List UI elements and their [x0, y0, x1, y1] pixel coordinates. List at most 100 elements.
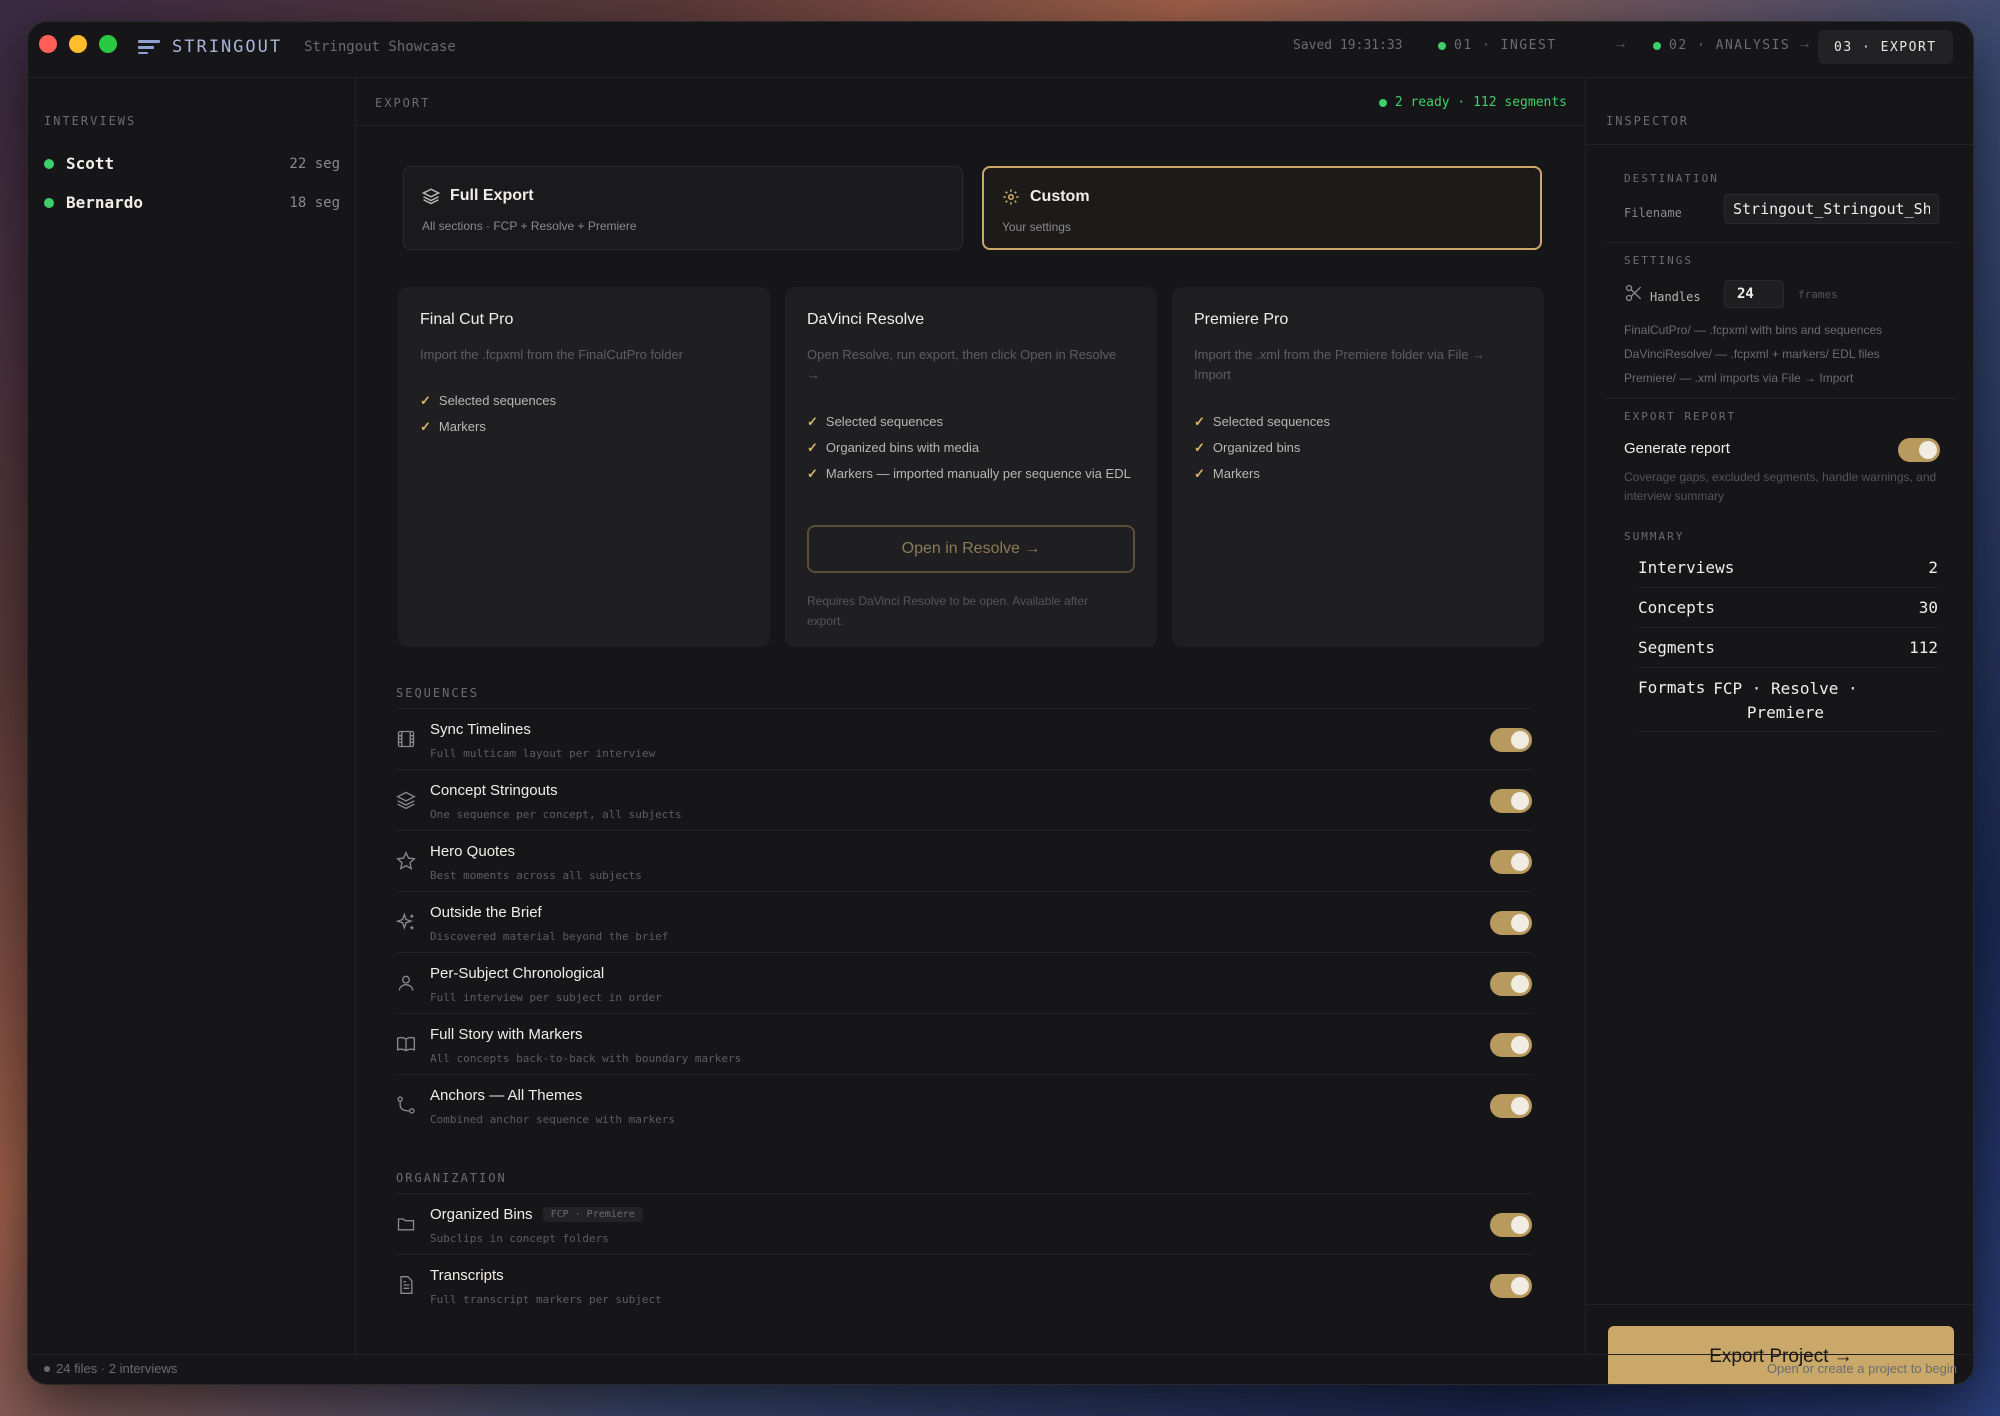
- open-in-resolve-button[interactable]: Open in Resolve →: [807, 525, 1135, 573]
- gear-icon: [1003, 189, 1019, 205]
- film-icon: [397, 730, 415, 748]
- status-dot: [44, 197, 54, 208]
- export-header: EXPORT 2 ready · 112 segments: [356, 78, 1585, 126]
- check-icon: ✓: [807, 440, 818, 455]
- check-icon: ✓: [807, 466, 818, 481]
- feature-item: ✓ Markers: [1194, 464, 1524, 484]
- interviews-sidebar: INTERVIEWS Scott 22 seg Bernardo 18 seg: [28, 78, 356, 1356]
- custom-export-option[interactable]: Custom Your settings: [982, 166, 1542, 250]
- minimize-window-button[interactable]: [69, 35, 87, 53]
- interview-item[interactable]: Scott 22 seg: [44, 154, 340, 173]
- summary-label: SUMMARY: [1624, 530, 1685, 543]
- status-hint: Open or create a project to begin: [1766, 1361, 1957, 1376]
- brand-name: STRINGOUT: [172, 37, 283, 57]
- step-ingest[interactable]: 01 · INGEST: [1438, 38, 1557, 53]
- full-story-toggle[interactable]: [1490, 1033, 1532, 1057]
- hero-quotes-toggle[interactable]: [1490, 850, 1532, 874]
- sequences-label: SEQUENCES: [396, 686, 480, 700]
- sequence-row[interactable]: Per-Subject Chronological Full interview…: [396, 952, 1532, 1012]
- sequence-row[interactable]: Hero Quotes Best moments across all subj…: [396, 830, 1532, 890]
- report-description: Coverage gaps, excluded segments, handle…: [1624, 470, 1937, 503]
- per-subject-chronological-toggle[interactable]: [1490, 972, 1532, 996]
- feature-item: ✓ Markers — imported manually per sequenc…: [807, 464, 1137, 484]
- organization-row[interactable]: Transcripts Full transcript markers per …: [396, 1254, 1532, 1314]
- feature-item: ✓ Selected sequences: [807, 412, 1137, 432]
- book-icon: [397, 1036, 415, 1052]
- maximize-window-button[interactable]: [99, 35, 117, 53]
- status-dot: [44, 158, 54, 169]
- sequence-row[interactable]: Full Story with Markers All concepts bac…: [396, 1013, 1532, 1073]
- filename-input[interactable]: [1724, 194, 1939, 224]
- export-report-label: EXPORT REPORT: [1624, 410, 1737, 423]
- interviews-label: INTERVIEWS: [44, 114, 137, 128]
- check-icon: ✓: [420, 419, 431, 434]
- feature-item: ✓ Organized bins: [1194, 438, 1524, 458]
- check-icon: ✓: [1194, 440, 1205, 455]
- feature-list: ✓ Selected sequences ✓ Organized bins with…: [807, 412, 1137, 490]
- concept-stringouts-toggle[interactable]: [1490, 789, 1532, 813]
- step-arrow: →: [1612, 35, 1628, 52]
- sequence-row[interactable]: Concept Stringouts One sequence per conc…: [396, 769, 1532, 829]
- anchors-toggle[interactable]: [1490, 1094, 1532, 1118]
- davinci-resolve-card: DaVinci Resolve Open Resolve, run export…: [785, 287, 1157, 647]
- export-panel: EXPORT 2 ready · 112 segments Full Expor…: [356, 78, 1586, 1356]
- project-name: Stringout Showcase: [304, 39, 456, 55]
- branch-icon: [397, 1096, 415, 1114]
- destination-label: DESTINATION: [1624, 172, 1719, 185]
- summary-formats: Formats FCP · Resolve · Premiere: [1638, 678, 1858, 722]
- app-window: STRINGOUT Stringout Showcase Saved 19:31…: [27, 21, 1974, 1385]
- status-dot: [1378, 98, 1387, 107]
- step-export[interactable]: 03 · EXPORT: [1818, 30, 1953, 64]
- handles-unit: frames: [1798, 288, 1838, 301]
- inspector-panel: INSPECTOR DESTINATION Filename SETTINGS …: [1586, 78, 1973, 1384]
- stringout-logo-icon: [138, 40, 160, 54]
- settings-label: SETTINGS: [1624, 254, 1693, 267]
- status-dot: [1438, 41, 1446, 50]
- filename-label: Filename: [1624, 206, 1682, 220]
- final-cut-pro-card: Final Cut Pro Import the .fcpxml from th…: [398, 287, 770, 647]
- layers-icon: [396, 791, 416, 810]
- inspector-label: INSPECTOR: [1606, 114, 1690, 128]
- organized-bins-toggle[interactable]: [1490, 1213, 1532, 1237]
- sparkles-icon: [396, 912, 414, 930]
- premiere-pro-card: Premiere Pro Import the .xml from the Pr…: [1172, 287, 1544, 647]
- transcripts-toggle[interactable]: [1490, 1274, 1532, 1298]
- layers-icon: [422, 188, 440, 205]
- check-icon: ✓: [1194, 414, 1205, 429]
- handles-stepper[interactable]: [1724, 280, 1784, 308]
- feature-item: ✓ Selected sequences: [420, 391, 750, 411]
- star-icon: [396, 851, 416, 870]
- saved-status: Saved 19:31:33: [1293, 38, 1403, 53]
- generate-report-title: Generate report: [1624, 440, 1730, 457]
- interview-item[interactable]: Bernardo 18 seg: [44, 193, 340, 212]
- outside-the-brief-toggle[interactable]: [1490, 911, 1532, 935]
- feature-list: ✓ Selected sequences ✓ Organized bins ✓ Mar…: [1194, 412, 1524, 490]
- summary-interviews: Interviews 2: [1638, 558, 1938, 577]
- handles-label: Handles: [1650, 290, 1701, 304]
- full-export-option[interactable]: Full Export All sections · FCP + Resolve…: [403, 166, 963, 250]
- generate-report-toggle[interactable]: [1898, 438, 1940, 462]
- status-dot: [1653, 41, 1661, 50]
- document-icon: [400, 1276, 413, 1294]
- organization-row[interactable]: Organized Bins FCP · Premiere Subclips in…: [396, 1193, 1532, 1253]
- titlebar: STRINGOUT Stringout Showcase Saved 19:31…: [28, 22, 1973, 78]
- organization-label: ORGANIZATION: [396, 1171, 507, 1185]
- check-icon: ✓: [1194, 466, 1205, 481]
- close-window-button[interactable]: [39, 35, 57, 53]
- resolve-note: Requires DaVinci Resolve to be open. Ava…: [807, 594, 1089, 628]
- sync-timelines-toggle[interactable]: [1490, 728, 1532, 752]
- sequence-row[interactable]: Anchors — All Themes Combined anchor seq…: [396, 1074, 1532, 1134]
- status-dot: [44, 1365, 50, 1372]
- feature-item: ✓ Organized bins with media: [807, 438, 1137, 458]
- feature-list: ✓ Selected sequences ✓ Markers: [420, 391, 750, 443]
- sequence-row[interactable]: Outside the Brief Discovered material be…: [396, 891, 1532, 951]
- feature-item: ✓ Markers: [420, 417, 750, 437]
- export-paths: FinalCutPro/ — .fcpxml with bins and seq…: [1624, 323, 1883, 385]
- file-count: 24 files · 2 interviews: [44, 1361, 177, 1376]
- brand: STRINGOUT Stringout Showcase: [138, 37, 456, 57]
- check-icon: ✓: [420, 393, 431, 408]
- sequence-row[interactable]: Sync Timelines Full multicam layout per …: [396, 708, 1532, 768]
- step-analysis[interactable]: 02 · ANALYSIS: [1653, 38, 1790, 53]
- summary-segments: Segments 112: [1638, 638, 1938, 657]
- summary-concepts: Concepts 30: [1638, 598, 1938, 617]
